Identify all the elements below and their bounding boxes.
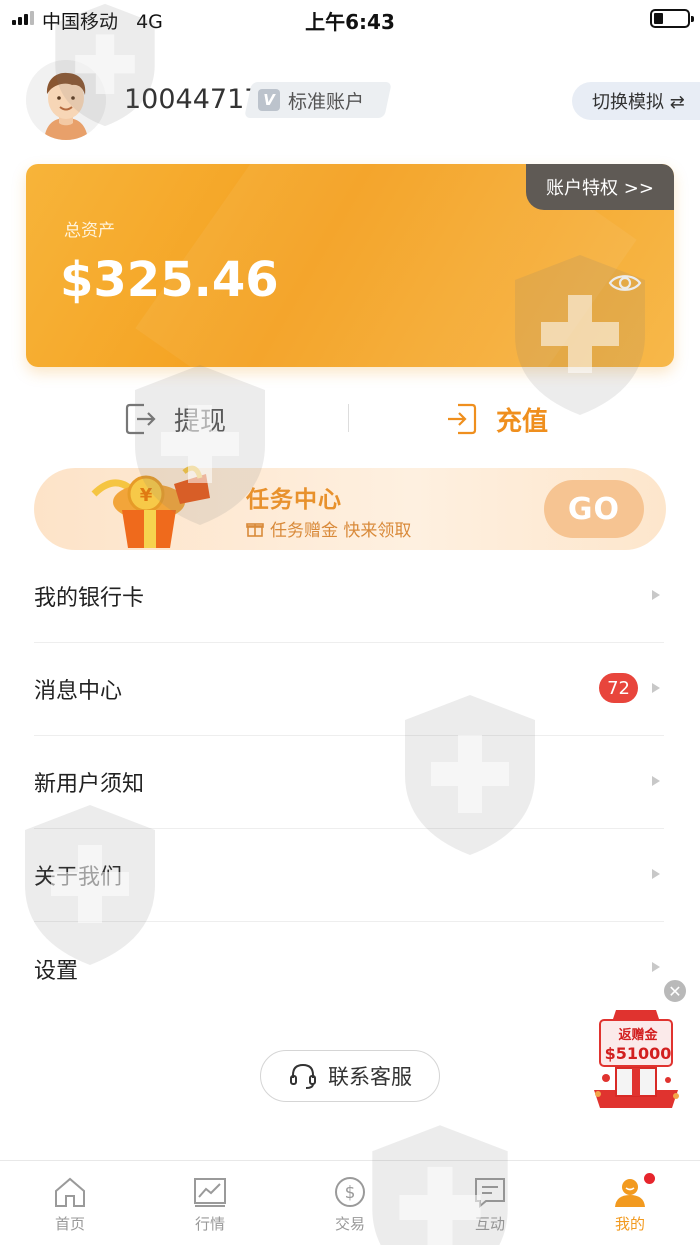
dollar-icon: $ bbox=[335, 1177, 365, 1207]
menu-item-settings[interactable]: 设置 bbox=[34, 922, 664, 1015]
asset-card: 账户特权 >> 总资产 $325.46 bbox=[26, 164, 674, 367]
battery-icon bbox=[650, 9, 694, 28]
headset-icon bbox=[290, 1063, 316, 1089]
menu-item-label: 关于我们 bbox=[34, 865, 123, 890]
account-type-badge[interactable]: V 标准账户 bbox=[258, 82, 364, 118]
tab-interact[interactable]: 互动 bbox=[420, 1161, 560, 1245]
tab-trade[interactable]: $ 交易 bbox=[280, 1161, 420, 1245]
account-privilege-label: 账户特权 >> bbox=[546, 178, 654, 199]
promo-amount: $51000 bbox=[604, 1044, 672, 1063]
bottom-tab-bar: 首页 行情 $ 交易 互动 我的 bbox=[0, 1160, 700, 1245]
contact-support-label: 联系客服 bbox=[328, 1065, 412, 1089]
task-center-title: 任务中心 bbox=[246, 487, 342, 513]
user-id: 10044717 bbox=[124, 84, 262, 115]
menu-item-about-us[interactable]: 关于我们 bbox=[34, 829, 664, 922]
promo-title: 返赠金 bbox=[618, 1028, 658, 1043]
tab-label: 首页 bbox=[54, 1215, 85, 1233]
action-divider bbox=[348, 404, 349, 432]
menu-item-label: 消息中心 bbox=[34, 679, 123, 704]
eye-icon[interactable] bbox=[608, 272, 642, 294]
menu-item-bank-card[interactable]: 我的银行卡 bbox=[34, 550, 664, 643]
menu-item-label: 我的银行卡 bbox=[34, 586, 145, 611]
tab-home[interactable]: 首页 bbox=[0, 1161, 140, 1245]
chevron-right-icon bbox=[652, 869, 660, 879]
account-privilege-button[interactable]: 账户特权 >> bbox=[526, 164, 674, 210]
chevron-right-icon bbox=[652, 590, 660, 600]
close-icon[interactable]: ✕ bbox=[662, 978, 688, 1004]
unread-count-badge: 72 bbox=[599, 673, 638, 703]
svg-text:$: $ bbox=[345, 1183, 356, 1203]
chevron-right-icon bbox=[652, 776, 660, 786]
deposit-label: 充值 bbox=[496, 406, 549, 437]
tab-label: 互动 bbox=[474, 1215, 505, 1233]
tab-label: 交易 bbox=[334, 1215, 365, 1233]
task-center-subtitle: 任务赠金 快来领取 bbox=[270, 521, 412, 541]
settings-menu: 我的银行卡 消息中心 72 新用户须知 关于我们 设置 bbox=[34, 550, 664, 1015]
withdraw-label: 提现 bbox=[174, 406, 227, 437]
withdraw-icon bbox=[125, 403, 156, 435]
status-bar: 中国移动 4G 上午6:43 bbox=[0, 0, 700, 36]
tab-label: 我的 bbox=[614, 1215, 645, 1233]
chart-icon bbox=[194, 1178, 226, 1207]
vip-v-icon: V bbox=[258, 89, 280, 111]
switch-demo-label: 切换模拟 ⇄ bbox=[592, 92, 685, 113]
deposit-icon bbox=[448, 403, 477, 435]
menu-item-label: 设置 bbox=[34, 958, 79, 984]
gift-box-icon: ¥ bbox=[91, 465, 210, 548]
small-gift-icon bbox=[246, 522, 264, 537]
svg-text:¥: ¥ bbox=[140, 485, 153, 506]
switch-demo-button[interactable]: 切换模拟 ⇄ bbox=[572, 82, 700, 120]
menu-item-new-user-guide[interactable]: 新用户须知 bbox=[34, 736, 664, 829]
menu-item-label: 新用户须知 bbox=[34, 772, 145, 797]
go-button[interactable]: GO bbox=[544, 480, 644, 538]
chevron-right-icon bbox=[652, 962, 660, 972]
notification-dot bbox=[644, 1173, 655, 1184]
message-icon bbox=[475, 1178, 505, 1209]
contact-support-button[interactable]: 联系客服 bbox=[260, 1050, 440, 1102]
menu-item-message-center[interactable]: 消息中心 72 bbox=[34, 643, 664, 736]
tab-market[interactable]: 行情 bbox=[140, 1161, 280, 1245]
tab-label: 行情 bbox=[194, 1215, 225, 1233]
task-center-banner[interactable]: ¥ 任务中心 任务赠金 快来领取 GO bbox=[34, 465, 666, 550]
tab-mine[interactable]: 我的 bbox=[560, 1161, 700, 1245]
withdraw-button[interactable]: 提现 bbox=[124, 390, 226, 448]
avatar[interactable] bbox=[26, 60, 106, 140]
deposit-button[interactable]: 充值 bbox=[446, 390, 548, 448]
total-assets-label: 总资产 bbox=[64, 221, 115, 241]
profile-icon bbox=[615, 1179, 645, 1207]
account-type-label: 标准账户 bbox=[288, 90, 365, 113]
fund-actions: 提现 充值 bbox=[0, 390, 700, 448]
chevron-right-icon bbox=[652, 683, 660, 693]
home-icon bbox=[55, 1177, 85, 1207]
clock: 上午6:43 bbox=[305, 10, 395, 34]
total-assets-value: $325.46 bbox=[60, 252, 279, 308]
task-center-subtitle-row: 任务赠金 快来领取 bbox=[246, 516, 411, 541]
